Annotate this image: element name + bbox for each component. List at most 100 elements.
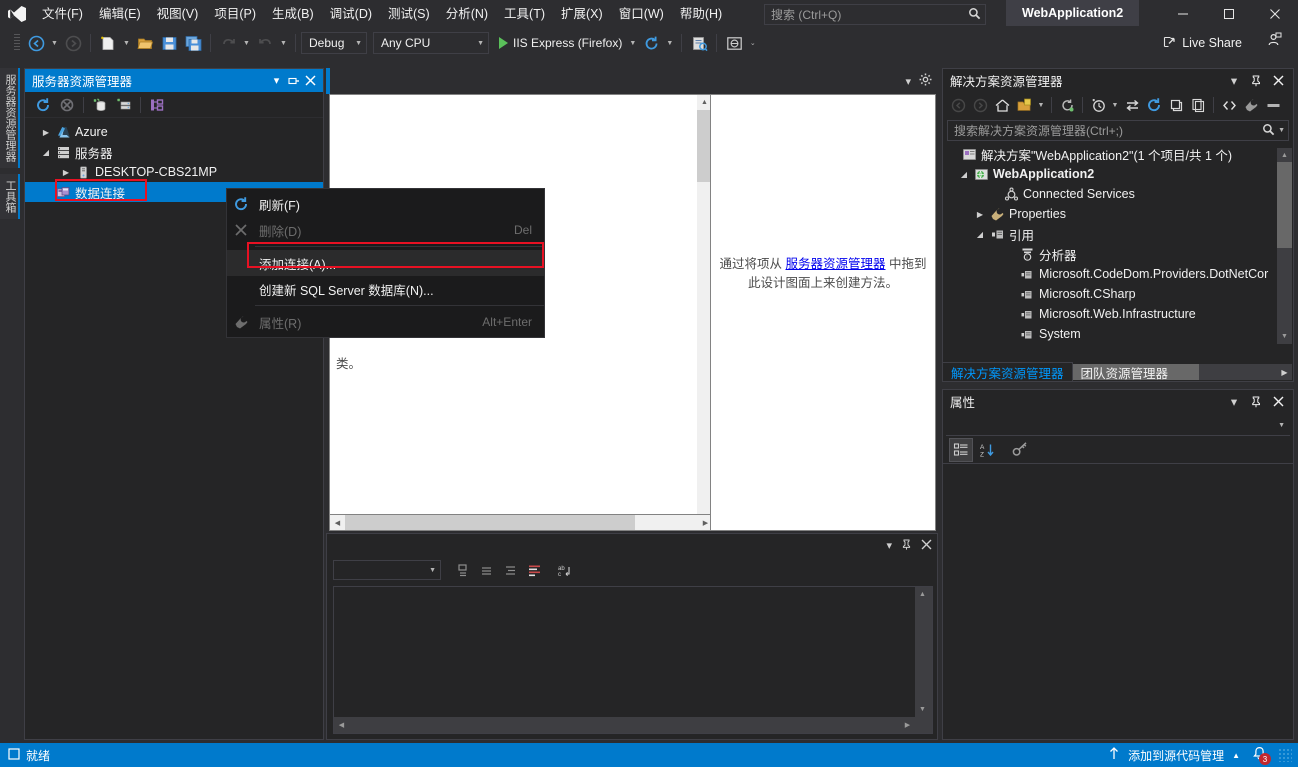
expander-expanded-icon[interactable]: ◢ [957,170,971,179]
menu-file[interactable]: 文件(F) [34,1,91,27]
menu-view[interactable]: 视图(V) [149,1,207,27]
expander-collapsed-icon[interactable]: ▶ [39,128,53,137]
chevron-down-icon[interactable]: ▾ [886,539,892,552]
menu-debug[interactable]: 调试(D) [322,1,380,27]
tree-item-reference-system[interactable]: System [943,324,1293,344]
tree-item-servers[interactable]: ◢ 服务器 [25,142,323,162]
pin-icon[interactable] [1245,391,1267,413]
solution-explorer-search-input[interactable]: 搜索解决方案资源管理器(Ctrl+;) ▼ [947,120,1289,141]
close-icon[interactable] [921,539,932,553]
context-menu-item-refresh[interactable]: 刷新(F) [227,191,544,217]
close-icon[interactable] [302,71,319,90]
view-code-icon[interactable] [1218,94,1240,116]
expander-expanded-icon[interactable]: ◢ [39,148,53,157]
scroll-left-arrow[interactable]: ◀ [330,515,345,530]
chevron-down-icon[interactable]: ▾ [1223,391,1245,413]
categorized-icon[interactable] [949,438,973,462]
designer-surface[interactable]: 通过将项从 服务器资源管理器 中拖到 此设计图面上来创建方法。 [710,94,936,531]
preview-selected-items-icon[interactable] [1262,94,1284,116]
close-button[interactable] [1252,0,1298,28]
properties-object-combo[interactable]: ▼ [946,415,1290,436]
refresh-icon[interactable] [31,94,55,116]
alphabetical-icon[interactable]: AZ [975,438,999,462]
redo-icon[interactable] [253,31,277,55]
hot-reload-icon[interactable] [639,31,663,55]
save-all-icon[interactable] [181,31,205,55]
solution-platform-combo[interactable]: Any CPU ▼ [373,32,489,54]
home-icon[interactable] [991,94,1013,116]
scroll-up-arrow[interactable]: ▲ [915,587,930,602]
menu-window[interactable]: 窗口(W) [611,1,672,27]
search-icon[interactable] [1262,123,1275,139]
navigate-forward-icon[interactable] [969,94,991,116]
expander-collapsed-icon[interactable]: ▶ [59,168,73,177]
scroll-left-arrow[interactable]: ◀ [334,717,349,732]
new-project-icon[interactable] [96,31,120,55]
chevron-up-icon[interactable]: ▲ [1232,751,1240,760]
refresh-solution-icon[interactable] [1143,94,1165,116]
undo-dropdown[interactable]: ▼ [240,31,253,55]
tree-item-properties[interactable]: ▶ Properties [943,204,1293,224]
sidebar-tab-server-explorer[interactable]: 服务器资源管理器 [0,68,20,168]
tree-item-reference-codedom[interactable]: Microsoft.CodeDom.Providers.DotNetCor [943,264,1293,284]
notification-bell-button[interactable]: 3 [1248,745,1270,765]
object-hierarchy-icon[interactable] [145,94,169,116]
navigate-back-icon[interactable] [24,31,48,55]
scroll-up-arrow[interactable]: ▲ [1277,148,1292,163]
context-menu-item-add-connection[interactable]: 添加连接(A)... [227,250,544,276]
scrollbar-thumb[interactable] [345,515,635,530]
undo-icon[interactable] [216,31,240,55]
scrollbar-thumb[interactable] [1277,162,1292,248]
tree-item-analyzers[interactable]: i 分析器 [943,244,1293,264]
tree-item-desktop-cbs21mp[interactable]: ▶ DESKTOP-CBS21MP [25,162,323,182]
pin-icon[interactable] [901,539,912,553]
navigate-back-dropdown[interactable]: ▼ [48,31,61,55]
chevron-down-icon[interactable]: ▾ [268,71,285,90]
live-share-button[interactable]: Live Share [1163,30,1242,56]
scroll-down-arrow[interactable]: ▼ [915,702,930,717]
tree-item-reference-webinfrastructure[interactable]: Microsoft.Web.Infrastructure [943,304,1293,324]
find-message-icon[interactable] [451,559,473,581]
close-icon[interactable] [1267,391,1289,413]
resize-grip[interactable] [1278,748,1292,762]
redo-dropdown[interactable]: ▼ [277,31,290,55]
start-debugging-button[interactable]: IIS Express (Firefox) [497,31,626,55]
tree-item-webapplication2[interactable]: ◢ WebApplication2 [943,164,1293,184]
hot-reload-dropdown[interactable]: ▼ [663,31,676,55]
expander-expanded-icon[interactable]: ◢ [973,230,987,239]
solution-tree-vertical-scrollbar[interactable]: ▲ ▼ [1277,148,1292,344]
designer-horizontal-scrollbar[interactable]: ◀ ▶ [329,514,714,531]
properties-window-icon[interactable] [1187,94,1209,116]
solution-configuration-combo[interactable]: Debug ▼ [301,32,367,54]
open-file-icon[interactable] [133,31,157,55]
chevron-down-icon[interactable]: ▼ [1035,94,1047,116]
connect-server-icon[interactable] [112,94,136,116]
save-icon[interactable] [157,31,181,55]
collapse-all-icon[interactable] [1165,94,1187,116]
menu-edit[interactable]: 编辑(E) [91,1,149,27]
menu-tools[interactable]: 工具(T) [496,1,553,27]
browser-link-icon[interactable] [722,31,746,55]
show-all-files-icon[interactable] [1013,94,1035,116]
properties-key-icon[interactable] [1008,438,1032,462]
navigate-backward-icon[interactable] [947,94,969,116]
gear-icon[interactable] [919,73,932,89]
word-wrap-icon[interactable] [523,559,545,581]
chevron-down-icon[interactable]: ▾ [1223,70,1245,92]
output-vertical-scrollbar[interactable]: ▲ ▼ [915,587,932,717]
minimize-button[interactable] [1160,0,1206,28]
maximize-button[interactable] [1206,0,1252,28]
chevron-down-icon[interactable]: ▼ [1275,127,1285,134]
expander-collapsed-icon[interactable]: ▶ [973,210,987,219]
tree-item-connected-services[interactable]: Connected Services [943,184,1293,204]
menu-extensions[interactable]: 扩展(X) [553,1,611,27]
server-explorer-link[interactable]: 服务器资源管理器 [785,257,885,271]
tree-item-azure[interactable]: ▶ Azure [25,122,323,142]
send-feedback-icon[interactable] [1267,32,1282,50]
menu-test[interactable]: 测试(S) [380,1,438,27]
connect-database-icon[interactable] [88,94,112,116]
toolbar-grip[interactable] [14,34,20,52]
view-designer-icon[interactable] [1240,94,1262,116]
pending-changes-icon[interactable] [1087,94,1109,116]
tab-solution-explorer[interactable]: 解决方案资源管理器 [942,362,1073,382]
